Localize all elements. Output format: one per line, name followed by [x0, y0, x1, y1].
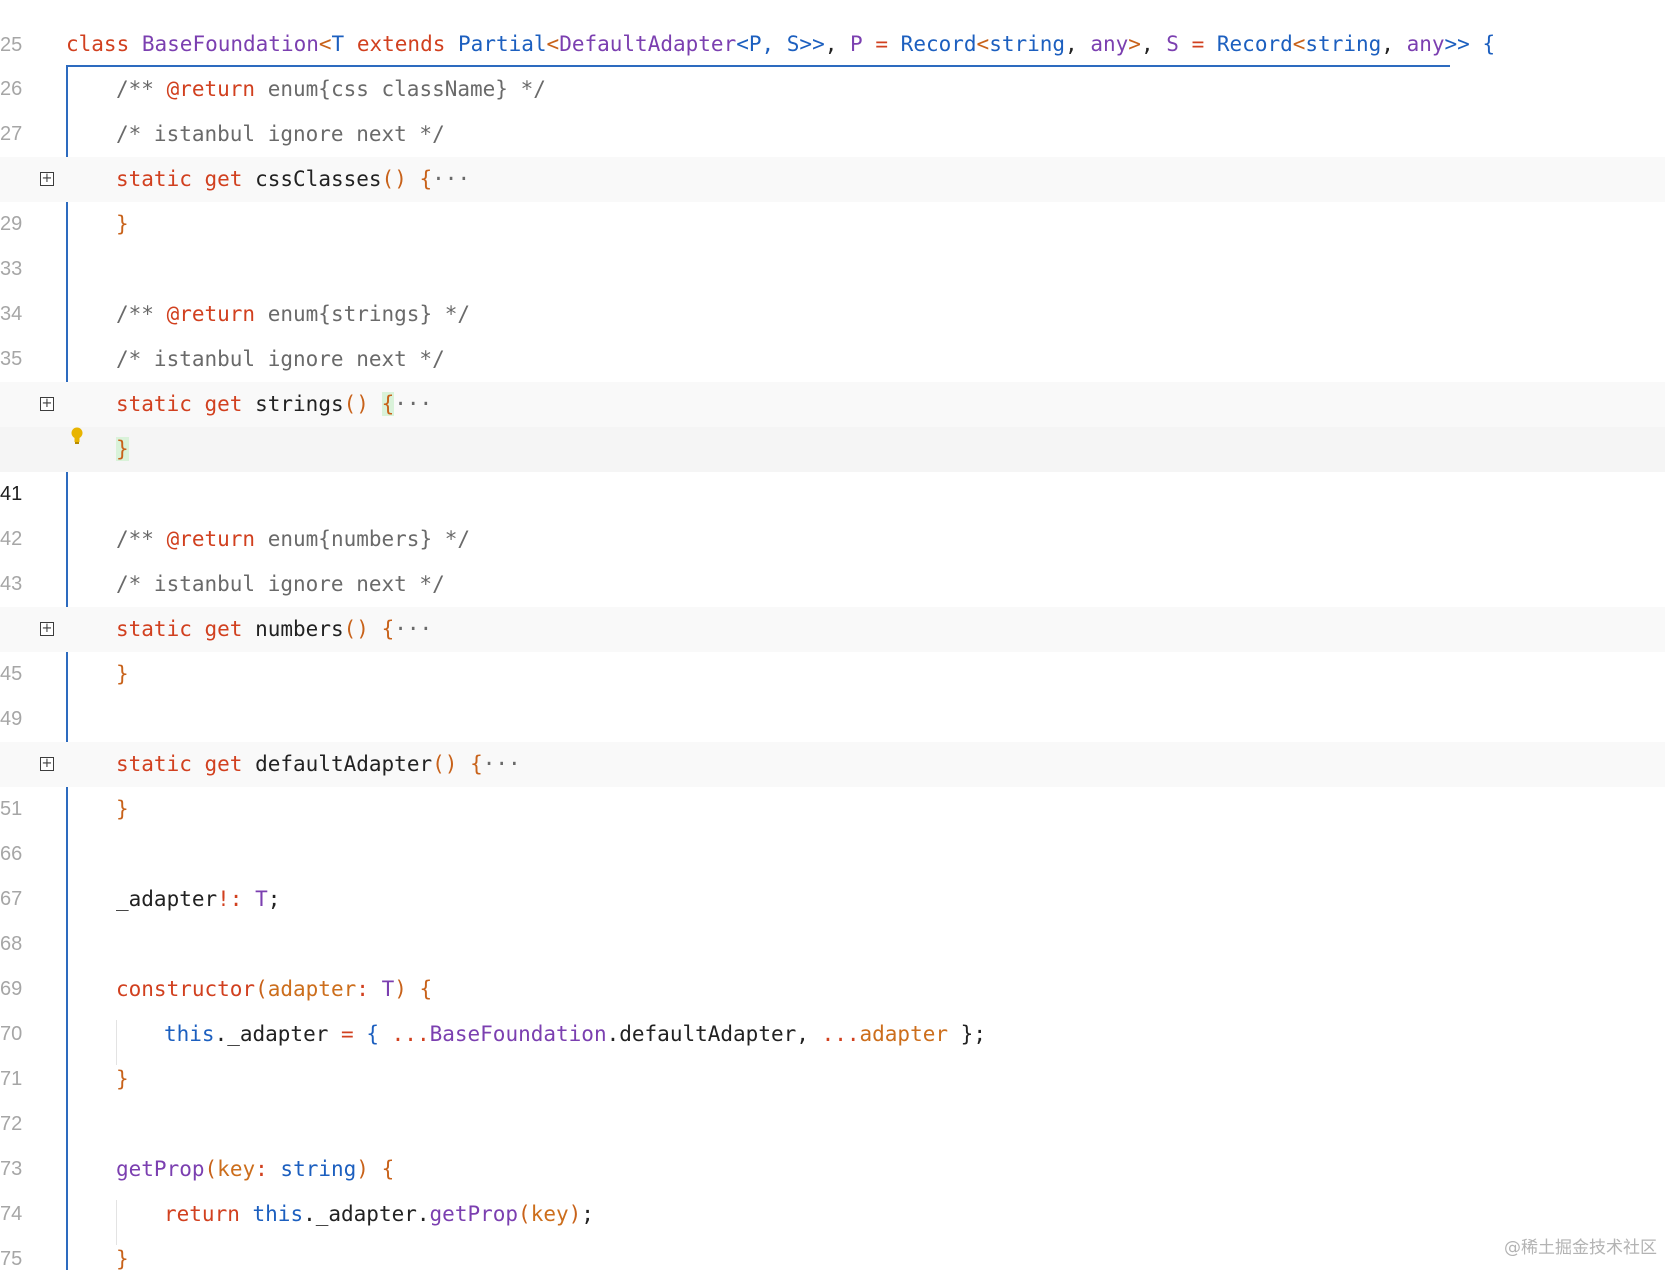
- matched-brace: }: [116, 437, 129, 461]
- code-line[interactable]: 41 }: [0, 427, 1665, 505]
- code-line[interactable]: 34: [0, 247, 1665, 325]
- code-text: getProp(key: string) {: [116, 1157, 395, 1181]
- code-line[interactable]: 75 return this._adapter.getProp(key);: [0, 1192, 1665, 1270]
- code-line[interactable]: 37 + static get strings() {···: [0, 382, 1665, 460]
- code-text: /** @return enum{css className} */: [116, 77, 546, 101]
- code-text: }: [116, 427, 129, 472]
- code-line[interactable]: 29 + static get cssClasses() {···: [0, 157, 1665, 235]
- code-text: }: [116, 662, 129, 686]
- expand-fold-icon[interactable]: +: [40, 622, 54, 636]
- code-text: /* istanbul ignore next */: [116, 122, 445, 146]
- code-text: static get strings() {···: [116, 392, 433, 416]
- code-text: this._adapter = { ...BaseFoundation.defa…: [164, 1022, 986, 1046]
- code-text: /** @return enum{numbers} */: [116, 527, 471, 551]
- code-line[interactable]: 50: [0, 697, 1665, 775]
- code-text: /* istanbul ignore next */: [116, 347, 445, 371]
- code-text: return this._adapter.getProp(key);: [164, 1202, 594, 1226]
- code-text: static get defaultAdapter() {···: [116, 752, 521, 776]
- code-line[interactable]: 44 /* istanbul ignore next */: [0, 562, 1665, 640]
- code-text: _adapter!: T;: [116, 887, 281, 911]
- code-text: }: [116, 1247, 129, 1270]
- expand-fold-icon[interactable]: +: [40, 172, 54, 186]
- code-line[interactable]: 36 /* istanbul ignore next */: [0, 337, 1665, 415]
- expand-fold-icon[interactable]: +: [40, 397, 54, 411]
- code-line[interactable]: 73: [0, 1102, 1665, 1180]
- code-line[interactable]: 45 + static get numbers() {···: [0, 607, 1665, 685]
- watermark: @稀土掘金技术社区: [1504, 1238, 1657, 1258]
- code-text: /** @return enum{strings} */: [116, 302, 471, 326]
- code-line[interactable]: 71 this._adapter = { ...BaseFoundation.d…: [0, 1012, 1665, 1090]
- code-line[interactable]: 43 /** @return enum{numbers} */: [0, 517, 1665, 595]
- code-line[interactable]: 69: [0, 922, 1665, 1000]
- code-editor[interactable]: 25 26 class BaseFoundation<T extends Par…: [0, 0, 1665, 1270]
- code-text: constructor(adapter: T) {: [116, 977, 433, 1001]
- code-line[interactable]: 26 class BaseFoundation<T extends Partia…: [0, 22, 1665, 100]
- code-text: class BaseFoundation<T extends Partial<D…: [66, 32, 1496, 56]
- code-line[interactable]: 28 /* istanbul ignore next */: [0, 112, 1665, 190]
- expand-fold-icon[interactable]: +: [40, 757, 54, 771]
- code-line[interactable]: 33 }: [0, 202, 1665, 280]
- code-line[interactable]: 70 constructor(adapter: T) {: [0, 967, 1665, 1045]
- code-text: }: [116, 797, 129, 821]
- code-text: static get cssClasses() {···: [116, 167, 471, 191]
- code-line[interactable]: 49 }: [0, 652, 1665, 730]
- code-line[interactable]: 35 /** @return enum{strings} */: [0, 292, 1665, 370]
- code-line[interactable]: 66 }: [0, 787, 1665, 865]
- code-line[interactable]: 42: [0, 472, 1665, 550]
- lightbulb-icon[interactable]: [70, 427, 84, 445]
- code-line[interactable]: 67: [0, 832, 1665, 910]
- code-text: static get numbers() {···: [116, 617, 433, 641]
- code-line[interactable]: 72 }: [0, 1057, 1665, 1135]
- code-line[interactable]: 25: [0, 0, 1665, 56]
- code-text: }: [116, 1067, 129, 1091]
- code-text: }: [116, 212, 129, 236]
- code-line[interactable]: 76 }: [0, 1237, 1665, 1270]
- code-line[interactable]: 51 + static get defaultAdapter() {···: [0, 742, 1665, 820]
- code-text: /* istanbul ignore next */: [116, 572, 445, 596]
- code-line[interactable]: 74 getProp(key: string) {: [0, 1147, 1665, 1225]
- code-line[interactable]: 68 _adapter!: T;: [0, 877, 1665, 955]
- code-line[interactable]: 27 /** @return enum{css className} */: [0, 67, 1665, 145]
